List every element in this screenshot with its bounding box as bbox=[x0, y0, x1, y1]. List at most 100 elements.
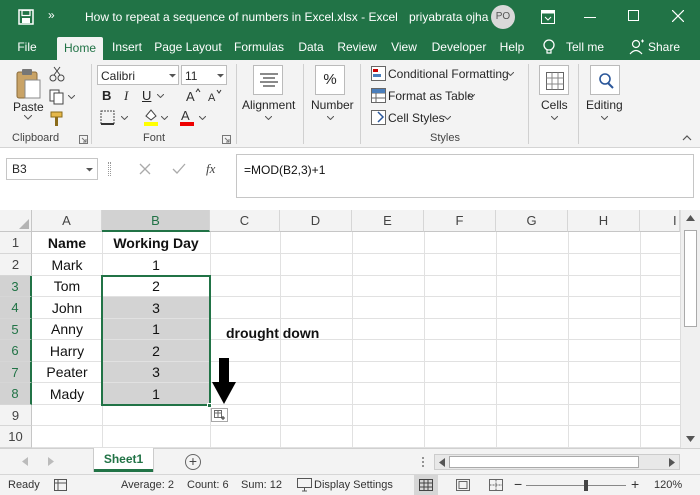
formula-input[interactable]: =MOD(B2,3)+1 bbox=[236, 154, 694, 198]
lightbulb-icon[interactable] bbox=[542, 39, 556, 56]
column-header-i[interactable]: I bbox=[640, 210, 680, 232]
normal-view-icon[interactable] bbox=[419, 479, 433, 491]
tab-developer[interactable]: Developer bbox=[429, 34, 489, 60]
increase-font-icon[interactable]: A bbox=[186, 88, 202, 104]
number-dropdown-icon[interactable] bbox=[327, 116, 334, 120]
editing-button-frame[interactable] bbox=[590, 65, 620, 95]
insert-function-icon[interactable]: fx bbox=[206, 161, 215, 177]
page-break-preview-icon[interactable] bbox=[489, 479, 503, 491]
cell-styles-dropdown-icon[interactable] bbox=[444, 116, 451, 120]
status-count[interactable]: Count: 6 bbox=[187, 479, 229, 491]
cut-icon[interactable] bbox=[49, 66, 65, 82]
row-header-1[interactable]: 1 bbox=[0, 232, 32, 254]
cell-a7[interactable]: Peater bbox=[32, 362, 102, 383]
cell-a5[interactable]: Anny bbox=[32, 319, 102, 340]
cell-b6[interactable]: 2 bbox=[102, 340, 210, 362]
cell-a3[interactable]: Tom bbox=[32, 276, 102, 297]
cell-b2[interactable]: 1 bbox=[102, 254, 210, 276]
paste-dropdown-icon[interactable] bbox=[24, 115, 32, 120]
font-size-box[interactable]: 11 bbox=[181, 65, 227, 85]
zoom-in-button[interactable]: + bbox=[631, 476, 639, 492]
zoom-slider-thumb[interactable] bbox=[584, 480, 588, 491]
tab-view[interactable]: View bbox=[388, 34, 420, 60]
column-header-h[interactable]: H bbox=[568, 210, 640, 232]
horizontal-scrollbar[interactable] bbox=[434, 454, 680, 470]
confirm-formula-icon[interactable] bbox=[172, 163, 186, 175]
sheet-scroll-right-icon[interactable] bbox=[48, 457, 54, 466]
name-box[interactable]: B3 bbox=[6, 158, 98, 180]
fill-color-icon[interactable] bbox=[143, 108, 159, 126]
borders-dropdown-icon[interactable] bbox=[121, 116, 128, 120]
row-header-4[interactable]: 4 bbox=[0, 297, 32, 319]
cell-styles-button[interactable]: Cell Styles bbox=[388, 111, 445, 125]
share-button[interactable]: Share bbox=[648, 40, 680, 54]
cell-b1[interactable]: Working Day bbox=[102, 232, 210, 254]
cell-a1[interactable]: Name bbox=[32, 232, 102, 254]
name-box-dropdown-icon[interactable] bbox=[86, 168, 93, 172]
display-settings-icon[interactable] bbox=[297, 478, 312, 492]
auto-fill-options-button[interactable] bbox=[211, 408, 228, 422]
cell-b5[interactable]: 1 bbox=[102, 319, 210, 340]
cell-styles-icon[interactable] bbox=[371, 110, 386, 125]
font-name-dropdown-icon[interactable] bbox=[169, 74, 176, 78]
format-painter-icon[interactable] bbox=[49, 111, 65, 127]
tab-help[interactable]: Help bbox=[497, 34, 527, 60]
zoom-out-button[interactable]: − bbox=[514, 476, 522, 492]
bold-button[interactable]: B bbox=[102, 88, 111, 103]
vertical-scrollbar[interactable] bbox=[680, 210, 700, 448]
cancel-formula-icon[interactable] bbox=[139, 163, 151, 175]
font-color-dropdown-icon[interactable] bbox=[199, 116, 206, 120]
select-all-corner[interactable] bbox=[0, 210, 32, 232]
decrease-font-icon[interactable]: A bbox=[208, 89, 224, 105]
close-icon[interactable] bbox=[672, 10, 684, 22]
column-header-g[interactable]: G bbox=[496, 210, 568, 232]
zoom-level[interactable]: 120% bbox=[654, 479, 682, 491]
tab-insert[interactable]: Insert bbox=[108, 34, 146, 60]
cell-a6[interactable]: Harry bbox=[32, 340, 102, 362]
ribbon-display-options-icon[interactable] bbox=[541, 10, 555, 24]
hscroll-left-icon[interactable] bbox=[439, 458, 445, 467]
zoom-slider-track[interactable] bbox=[526, 485, 626, 486]
fill-color-dropdown-icon[interactable] bbox=[161, 116, 168, 120]
column-header-a[interactable]: A bbox=[32, 210, 102, 232]
cells-dropdown-icon[interactable] bbox=[551, 116, 558, 120]
tell-me-search[interactable]: Tell me bbox=[566, 40, 604, 54]
collapse-ribbon-icon[interactable] bbox=[682, 135, 692, 141]
paste-icon[interactable] bbox=[14, 68, 42, 100]
user-name[interactable]: priyabrata ojha bbox=[409, 10, 488, 24]
cell-a8[interactable]: Mady bbox=[32, 383, 102, 405]
cell-b4[interactable]: 3 bbox=[102, 297, 210, 319]
tab-review[interactable]: Review bbox=[336, 34, 378, 60]
avatar[interactable]: PO bbox=[491, 5, 515, 29]
paste-label[interactable]: Paste bbox=[13, 100, 44, 114]
conditional-formatting-icon[interactable] bbox=[371, 66, 386, 81]
share-person-icon[interactable] bbox=[629, 39, 645, 55]
row-header-9[interactable]: 9 bbox=[0, 405, 32, 426]
scroll-down-icon[interactable] bbox=[686, 436, 695, 442]
row-header-10[interactable]: 10 bbox=[0, 426, 32, 448]
underline-dropdown-icon[interactable] bbox=[157, 94, 164, 98]
number-label[interactable]: Number bbox=[311, 98, 354, 112]
cells-label[interactable]: Cells bbox=[541, 98, 568, 112]
status-sum[interactable]: Sum: 12 bbox=[241, 479, 282, 491]
alignment-label[interactable]: Alignment bbox=[242, 98, 295, 112]
hscroll-right-icon[interactable] bbox=[669, 458, 675, 467]
cell-mode-icon[interactable] bbox=[54, 479, 68, 492]
number-format-button[interactable]: % bbox=[315, 65, 345, 95]
qat-more-icon[interactable]: » bbox=[48, 8, 55, 22]
copy-icon[interactable] bbox=[49, 89, 65, 105]
copy-dropdown-icon[interactable] bbox=[68, 95, 75, 99]
font-color-icon[interactable]: A bbox=[179, 108, 195, 126]
format-as-table-icon[interactable] bbox=[371, 88, 386, 103]
column-header-d[interactable]: D bbox=[280, 210, 352, 232]
editing-label[interactable]: Editing bbox=[586, 98, 623, 112]
maximize-icon[interactable] bbox=[628, 10, 639, 21]
cell-b7[interactable]: 3 bbox=[102, 362, 210, 383]
font-size-dropdown-icon[interactable] bbox=[217, 74, 224, 78]
italic-button[interactable]: I bbox=[124, 88, 128, 104]
scroll-up-icon[interactable] bbox=[686, 215, 695, 221]
tab-split-handle-icon[interactable] bbox=[421, 456, 425, 468]
horizontal-scroll-thumb[interactable] bbox=[449, 456, 639, 468]
status-average[interactable]: Average: 2 bbox=[121, 479, 174, 491]
save-icon[interactable] bbox=[18, 9, 34, 25]
